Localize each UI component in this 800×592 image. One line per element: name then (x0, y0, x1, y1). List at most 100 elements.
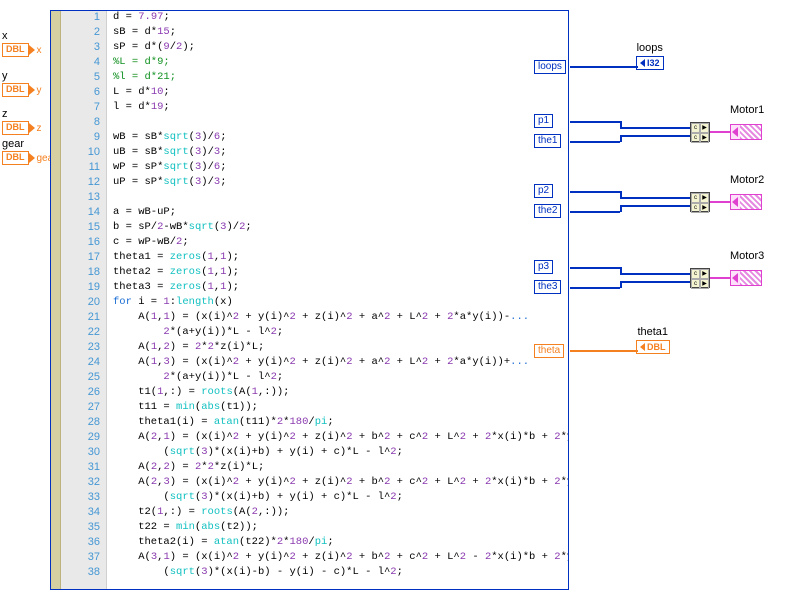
arrow-icon (732, 127, 738, 137)
tunnel-the3[interactable]: the3 (534, 280, 561, 294)
indicator-label: loops (637, 42, 663, 54)
input-label: gear (2, 138, 24, 150)
line-number: 2 (70, 26, 100, 38)
input-x[interactable]: xDBLx (2, 30, 42, 57)
code-line: theta1(i) = atan(t11)*2*180/pi; (113, 416, 564, 428)
code-line: t2(1,:) = roots(A(2,:)); (113, 506, 564, 518)
line-number: 18 (70, 266, 100, 278)
input-gear[interactable]: gearDBLgear (2, 138, 57, 165)
code-line: d = 7.97; (113, 11, 564, 23)
code-line: c = wP-wB/2; (113, 236, 564, 248)
indicator-loops[interactable]: loops I32 (636, 42, 664, 70)
code-line: A(2,3) = (x(i)^2 + y(i)^2 + z(i)^2 + b^2… (113, 476, 564, 488)
code-line: A(1,1) = (x(i)^2 + y(i)^2 + z(i)^2 + a^2… (113, 311, 564, 323)
line-number: 34 (70, 506, 100, 518)
wire-loops (570, 66, 638, 68)
input-label: x (2, 30, 8, 42)
terminal-arrow-icon (29, 123, 35, 133)
code-line: theta2(i) = atan(t22)*2*180/pi; (113, 536, 564, 548)
dbl-badge: DBL (2, 151, 29, 165)
code-line: theta2 = zeros(1,1); (113, 266, 564, 278)
line-number-gutter: 1234567891011121314151617181920212223242… (51, 11, 107, 589)
code-line: %l = d*21; (113, 71, 564, 83)
line-number: 12 (70, 176, 100, 188)
tunnel-theta[interactable]: theta (534, 344, 564, 358)
wire-cluster (710, 131, 730, 133)
motor-indicator-3[interactable] (730, 270, 762, 286)
code-line: a = wB-uP; (113, 206, 564, 218)
code-line: wP = sP*sqrt(3)/6; (113, 161, 564, 173)
code-line: wB = sB*sqrt(3)/6; (113, 131, 564, 143)
code-line: uB = sB*sqrt(3)/3; (113, 146, 564, 158)
code-line: theta3 = zeros(1,1); (113, 281, 564, 293)
wire (620, 135, 690, 137)
line-number: 36 (70, 536, 100, 548)
bundle-cluster-icon[interactable]: c▶c▶ (690, 122, 710, 142)
code-line: b = sP/2-wB*sqrt(3)/2; (113, 221, 564, 233)
arrow-icon (732, 273, 738, 283)
bundle-cluster-icon[interactable]: c▶c▶ (690, 268, 710, 288)
wire (570, 191, 620, 193)
wire (620, 197, 690, 199)
dbl-badge: DBL (2, 83, 29, 97)
wire-cluster (710, 277, 730, 279)
line-number: 35 (70, 521, 100, 533)
motor-indicator-2[interactable] (730, 194, 762, 210)
line-number: 7 (70, 101, 100, 113)
wire (570, 121, 620, 123)
bundle-cluster-icon[interactable]: c▶c▶ (690, 192, 710, 212)
code-area[interactable]: d = 7.97;sB = d*15;sP = d*(9/2);%L = d*9… (107, 11, 568, 589)
line-number: 13 (70, 191, 100, 203)
line-number: 20 (70, 296, 100, 308)
line-number: 22 (70, 326, 100, 338)
code-line: A(3,1) = (x(i)^2 + y(i)^2 + z(i)^2 + b^2… (113, 551, 564, 563)
code-line: t11 = min(abs(t1)); (113, 401, 564, 413)
input-z[interactable]: zDBLz (2, 108, 42, 135)
tunnel-p2[interactable]: p2 (534, 184, 553, 198)
line-number: 21 (70, 311, 100, 323)
motor-label: Motor2 (730, 174, 764, 186)
code-line: sB = d*15; (113, 26, 564, 38)
line-number: 8 (70, 116, 100, 128)
line-number: 25 (70, 371, 100, 383)
indicator-theta1[interactable]: theta1DBL (636, 326, 670, 354)
code-line: theta1 = zeros(1,1); (113, 251, 564, 263)
tunnel-p3[interactable]: p3 (534, 260, 553, 274)
motor-indicator-1[interactable] (730, 124, 762, 140)
input-y[interactable]: yDBLy (2, 70, 42, 97)
indicator-badge: I32 (636, 56, 664, 70)
code-line: sP = d*(9/2); (113, 41, 564, 53)
tunnel-the2[interactable]: the2 (534, 204, 561, 218)
line-number: 3 (70, 41, 100, 53)
tunnel-p1[interactable]: p1 (534, 114, 553, 128)
mathscript-node[interactable]: 1234567891011121314151617181920212223242… (50, 10, 569, 590)
code-line: (sqrt(3)*(x(i)+b) + y(i) + c)*L - l^2; (113, 491, 564, 503)
wire (620, 127, 690, 129)
terminal-arrow-icon (29, 85, 35, 95)
terminal-tag: y (37, 85, 42, 96)
line-number: 29 (70, 431, 100, 443)
line-number: 27 (70, 401, 100, 413)
line-number: 33 (70, 491, 100, 503)
line-number: 26 (70, 386, 100, 398)
wire-cluster (710, 201, 730, 203)
line-number: 10 (70, 146, 100, 158)
wire (570, 141, 620, 143)
tunnel-the1[interactable]: the1 (534, 134, 561, 148)
code-line: A(2,2) = 2*2*z(i)*L; (113, 461, 564, 473)
line-number: 14 (70, 206, 100, 218)
line-number: 5 (70, 71, 100, 83)
tunnel-loops[interactable]: loops (534, 60, 566, 74)
wire (620, 281, 690, 283)
code-line: t1(1,:) = roots(A(1,:)); (113, 386, 564, 398)
code-line: A(1,2) = 2*2*z(i)*L; (113, 341, 564, 353)
dbl-badge: DBL (2, 43, 29, 57)
terminal-tag: x (37, 45, 42, 56)
line-number: 38 (70, 566, 100, 578)
wire (570, 211, 620, 213)
line-number: 16 (70, 236, 100, 248)
code-line: for i = 1:length(x) (113, 296, 564, 308)
arrow-icon (640, 343, 645, 351)
line-number: 1 (70, 11, 100, 23)
arrow-icon (732, 197, 738, 207)
